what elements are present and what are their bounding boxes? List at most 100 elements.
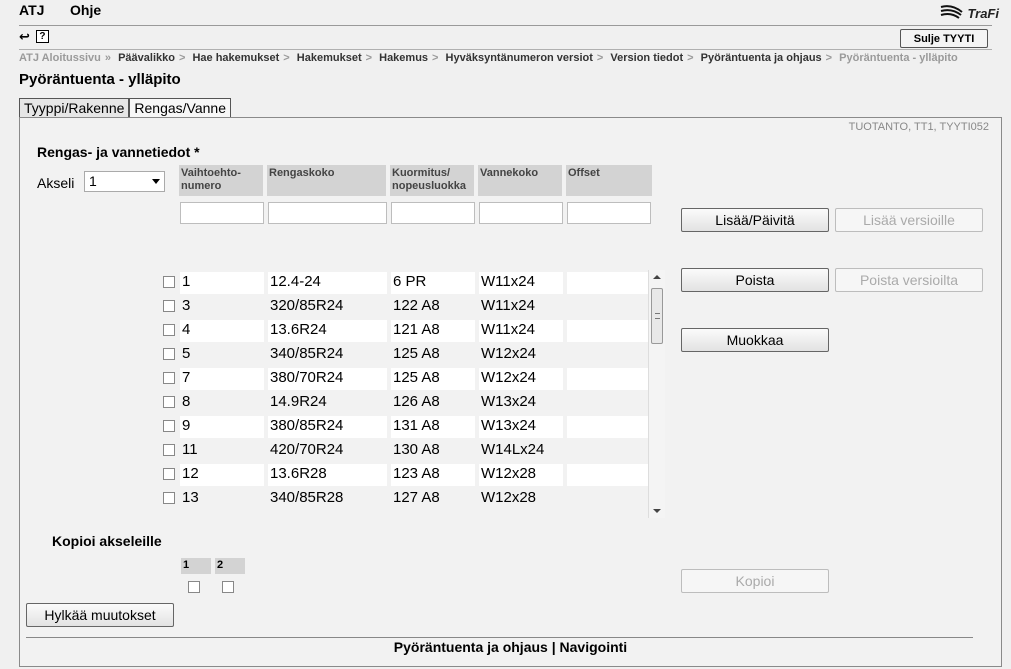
row-checkbox[interactable] [163,324,175,336]
row-checkbox[interactable] [163,348,175,360]
cell-load: 127 A8 [393,489,440,506]
row-checkbox[interactable] [163,420,175,432]
cell-load: 130 A8 [393,441,440,458]
cell-offset [567,416,648,438]
cell-num: 7 [180,368,264,390]
breadcrumb-item[interactable]: Version tiedot [610,52,683,64]
column-header-rengaskoko: Rengaskoko [267,165,386,196]
brand-text: TraFi [967,5,999,21]
row-checkbox[interactable] [163,276,175,288]
copy-axle-checkbox[interactable] [188,581,200,593]
cell-tire: 380/70R24 [268,368,387,390]
table-row[interactable]: 13 340/85R28 127 A8 W12x28 [160,486,650,510]
cell-rim: W14Lx24 [481,441,545,458]
filter-kuormitus-input[interactable] [391,202,475,224]
cell-rim: W11x24 [481,297,535,314]
cell-rim: W11x24 [479,320,563,342]
cell-num: 5 [182,345,191,362]
row-checkbox[interactable] [163,372,175,384]
breadcrumb: ATJ Aloitussivu» Päävalikko > Hae hakemuk… [19,52,958,64]
cell-num: 13 [182,489,199,506]
cell-num: 8 [182,393,191,410]
cell-tire: 12.4-24 [268,272,387,294]
cell-tire: 340/85R28 [270,489,344,506]
breadcrumb-item[interactable]: Päävalikko [118,52,175,64]
table-row[interactable]: 1 12.4-24 6 PR W11x24 [160,270,650,294]
cell-load: 6 PR [391,272,475,294]
copy-axle-checkbox[interactable] [222,581,234,593]
delete-button[interactable]: Poista [681,268,829,292]
chevron-down-icon [152,179,160,184]
column-header-kuormitus: Kuormitus/ nopeusluokka [390,165,474,196]
table-row[interactable]: 5 340/85R24 125 A8 W12x24 [160,342,650,366]
table-row[interactable]: 4 13.6R24 121 A8 W11x24 [160,318,650,342]
footer-nav: Pyöräntuenta ja ohjaus | Navigointi [20,639,1001,655]
breadcrumb-item[interactable]: Hakemukset [297,52,362,64]
cell-tire: 320/85R24 [270,297,344,314]
row-checkbox[interactable] [163,396,175,408]
divider [19,25,992,26]
table-row[interactable]: 11 420/70R24 130 A8 W14Lx24 [160,438,650,462]
cell-load: 126 A8 [393,393,440,410]
cell-tire: 380/85R24 [268,416,387,438]
filter-offset-input[interactable] [567,202,651,224]
cell-load: 123 A8 [391,464,475,486]
menu-help[interactable]: Ohje [70,2,101,18]
filter-rengaskoko-input[interactable] [268,202,387,224]
table-row[interactable]: 9 380/85R24 131 A8 W13x24 [160,414,650,438]
edit-button[interactable]: Muokkaa [681,328,829,352]
axle-header: 1 [181,558,211,574]
footer-link-navigointi[interactable]: Navigointi [560,639,628,655]
menu-bar: ATJ Ohje TraFi [0,0,1011,26]
cell-rim: W13x24 [479,416,563,438]
cell-num: 11 [182,441,198,458]
row-checkbox[interactable] [163,468,175,480]
breadcrumb-current: Pyöräntuenta - ylläpito [839,52,958,64]
add-to-versions-button[interactable]: Lisää versioille [835,208,983,232]
filter-vannekoko-input[interactable] [479,202,563,224]
cell-num: 3 [182,297,191,314]
table-row[interactable]: 7 380/70R24 125 A8 W12x24 [160,366,650,390]
tab-rengas-vanne[interactable]: Rengas/Vanne [129,98,231,119]
scroll-thumb[interactable] [651,288,663,344]
delete-from-versions-button[interactable]: Poista versioilta [835,268,983,292]
cell-num: 1 [180,272,264,294]
close-tyyti-button[interactable]: Sulje TYYTI [900,29,988,48]
filter-vaihtoehtonumero-input[interactable] [180,202,264,224]
tire-list: 13 340/85R28 127 A8 W12x28 12 13.6R28 123 A8 W1… [160,270,666,518]
list-scrollbar[interactable] [648,270,665,518]
help-icon[interactable]: ? [35,29,49,43]
breadcrumb-item[interactable]: Hyväksyntänumeron versiot [446,52,593,64]
breadcrumb-item[interactable]: Pyöräntuenta ja ohjaus [701,52,822,64]
cell-rim: W12x28 [481,489,537,506]
table-row[interactable]: 3 320/85R24 122 A8 W11x24 [160,294,650,318]
column-header-offset: Offset [566,165,652,196]
copy-button[interactable]: Kopioi [681,569,829,593]
discard-changes-button[interactable]: Hylkää muutokset [26,603,174,627]
cell-tire: 13.6R28 [268,464,387,486]
breadcrumb-item[interactable]: Hakemus [379,52,428,64]
cell-tire: 13.6R24 [268,320,387,342]
tab-tyyppi-rakenne[interactable]: Tyyppi/Rakenne [19,98,130,118]
page-title: Pyöräntuenta - ylläpito [19,71,181,88]
table-row[interactable]: 8 14.9R24 126 A8 W13x24 [160,390,650,414]
cell-offset [567,392,648,414]
add-update-button[interactable]: Lisää/Päivitä [681,208,829,232]
akseli-select[interactable]: 1 [84,171,165,192]
breadcrumb-item[interactable]: ATJ Aloitussivu [19,52,101,64]
table-row[interactable]: 12 13.6R28 123 A8 W12x28 [160,462,650,486]
cell-offset [567,344,648,366]
row-checkbox[interactable] [163,492,175,504]
row-checkbox[interactable] [163,444,175,456]
column-header-vannekoko: Vannekoko [478,165,562,196]
scroll-up-icon[interactable] [653,275,661,279]
scroll-down-icon[interactable] [653,509,661,513]
back-arrow-icon[interactable]: ↩ [19,30,30,43]
environment-info: TUOTANTO, TT1, TYYTI052 [848,121,989,133]
breadcrumb-item[interactable]: Hae hakemukset [192,52,279,64]
menu-atj[interactable]: ATJ [19,2,44,18]
cell-load: 122 A8 [393,297,440,314]
cell-num: 12 [180,464,264,486]
row-checkbox[interactable] [163,300,175,312]
footer-link-pyorantuenta[interactable]: Pyöräntuenta ja ohjaus [394,639,548,655]
